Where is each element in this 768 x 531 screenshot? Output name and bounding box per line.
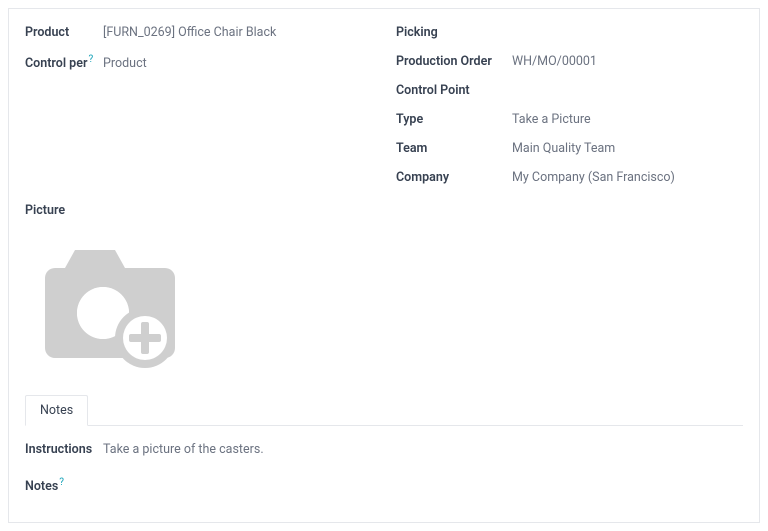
picking-field: Picking [396,25,743,40]
instructions-field: Instructions Take a picture of the caste… [25,442,743,457]
right-column: Picking Production Order WH/MO/00001 Con… [396,25,743,199]
instructions-value: Take a picture of the casters. [103,442,264,457]
tabs-bar: Notes [25,394,743,426]
picture-upload[interactable] [25,228,195,378]
control-per-help-icon[interactable]: ? [88,54,93,65]
company-field: Company My Company (San Francisco) [396,170,743,185]
type-field: Type Take a Picture [396,112,743,127]
control-point-field: Control Point [396,83,743,98]
product-field: Product [FURN_0269] Office Chair Black [25,25,372,40]
picking-label: Picking [396,25,512,40]
notes-help-icon[interactable]: ? [59,477,64,488]
control-point-label: Control Point [396,83,512,98]
type-value[interactable]: Take a Picture [512,112,591,127]
instructions-label: Instructions [25,442,103,457]
notes-field-label: Notes? [25,477,743,494]
production-order-field: Production Order WH/MO/00001 [396,54,743,69]
production-order-label: Production Order [396,54,512,69]
team-value[interactable]: Main Quality Team [512,141,615,156]
production-order-value[interactable]: WH/MO/00001 [512,54,597,69]
notes-label-text: Notes [25,479,58,494]
company-label: Company [396,170,512,185]
quality-check-form: Product [FURN_0269] Office Chair Black C… [8,8,760,523]
control-per-label-text: Control per [25,56,87,71]
team-field: Team Main Quality Team [396,141,743,156]
form-top-columns: Product [FURN_0269] Office Chair Black C… [25,25,743,199]
left-column: Product [FURN_0269] Office Chair Black C… [25,25,372,199]
team-label: Team [396,141,512,156]
product-label: Product [25,25,103,40]
type-label: Type [396,112,512,127]
tab-notes[interactable]: Notes [25,395,88,426]
company-value[interactable]: My Company (San Francisco) [512,170,675,185]
picture-section-label: Picture [25,203,743,218]
product-value[interactable]: [FURN_0269] Office Chair Black [103,25,276,40]
control-per-value[interactable]: Product [103,56,147,71]
control-per-label: Control per? [25,54,103,71]
control-per-field: Control per? Product [25,54,372,71]
tab-notes-content: Instructions Take a picture of the caste… [25,426,743,494]
camera-add-icon [25,228,195,378]
